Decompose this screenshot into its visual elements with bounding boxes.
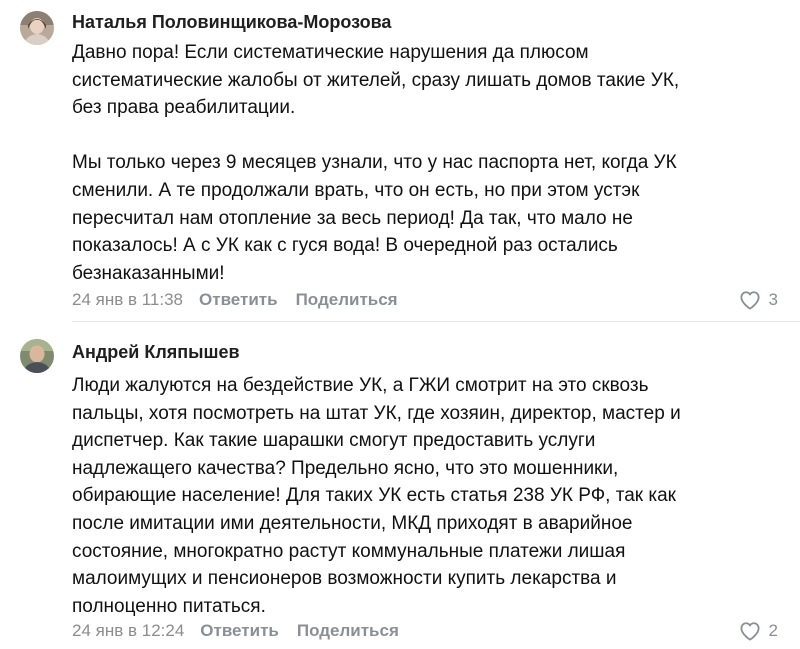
reply-button[interactable]: Ответить	[199, 290, 278, 310]
like-button[interactable]: 3	[739, 288, 778, 312]
like-count: 3	[768, 290, 778, 309]
reply-button[interactable]: Ответить	[200, 621, 279, 641]
heart-icon	[739, 621, 761, 641]
heart-icon	[739, 290, 761, 310]
comment-paragraph: Мы только через 9 месяцев узнали, что у …	[72, 152, 677, 284]
comment-date[interactable]: 24 янв в 11:38	[72, 290, 183, 310]
comment-author[interactable]: Наталья Половинщикова-Морозова	[72, 12, 391, 33]
avatar[interactable]	[20, 11, 54, 45]
share-button[interactable]: Поделиться	[296, 290, 398, 310]
comment-paragraph: Люди жалуются на бездействие УК, а ГЖИ с…	[72, 375, 681, 617]
comment-footer: 24 янв в 12:24 Ответить Поделиться	[72, 619, 417, 643]
user-avatar-photo-icon	[20, 339, 54, 373]
comment-text: Давно пора! Если систематические нарушен…	[72, 39, 788, 287]
like-button[interactable]: 2	[739, 619, 778, 643]
comment-text: Люди жалуются на бездействие УК, а ГЖИ с…	[72, 372, 788, 620]
comment-footer: 24 янв в 11:38 Ответить Поделиться	[72, 288, 416, 312]
comment-date[interactable]: 24 янв в 12:24	[72, 621, 184, 641]
comment: Андрей Кляпышев Люди жалуются на бездейс…	[0, 322, 800, 649]
user-avatar-photo-icon	[20, 11, 54, 45]
avatar[interactable]	[20, 339, 54, 373]
comment-author[interactable]: Андрей Кляпышев	[72, 342, 240, 363]
share-button[interactable]: Поделиться	[297, 621, 399, 641]
comment: Наталья Половинщикова-Морозова Давно пор…	[0, 0, 800, 322]
comment-paragraph: Давно пора! Если систематические нарушен…	[72, 42, 680, 119]
like-count: 2	[768, 621, 778, 640]
